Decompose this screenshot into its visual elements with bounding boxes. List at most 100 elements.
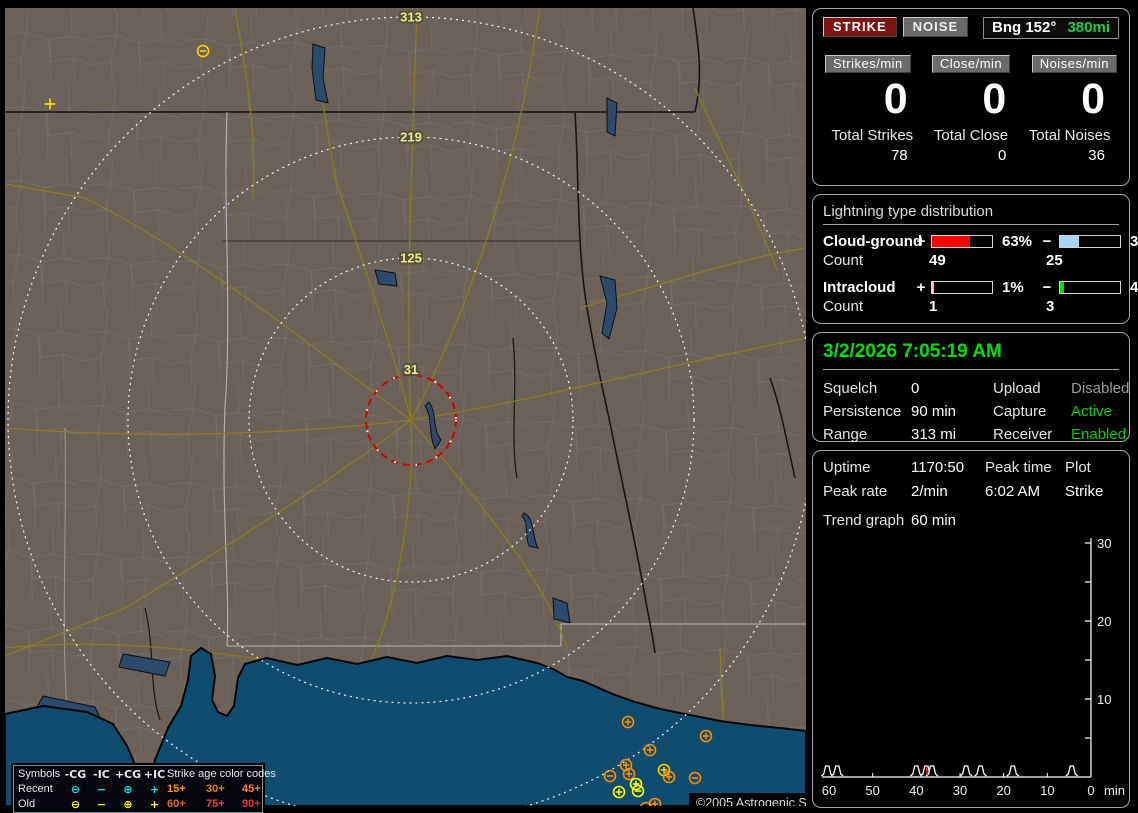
legend-row: Recent ⊖ − ⊕ +15+ 30+ 45+ [18, 782, 262, 797]
peak-time-value: 6:02 AM [985, 483, 1041, 500]
svg-text:30: 30 [1097, 536, 1111, 551]
total-strikes-value: 78 [890, 147, 908, 164]
legend-symbols-header: Symbols [18, 768, 61, 780]
bearing-range-display: Bng 152° 380mi [983, 17, 1119, 39]
legend-symbol-pos-ic: + [149, 783, 160, 796]
plot-value: Strike [1065, 483, 1104, 500]
intracloud-label: Intracloud [823, 279, 896, 296]
plus-sign: + [916, 233, 926, 250]
minus-sign: − [1042, 233, 1052, 250]
total-noises-label: Total Noises [1028, 127, 1111, 144]
strike-button[interactable]: STRIKE [823, 17, 897, 37]
minus-sign: − [1042, 279, 1052, 296]
datetime-display: 3/2/2026 7:05:19 AM [823, 341, 1119, 370]
svg-text:0: 0 [1087, 783, 1094, 798]
legend-row: Old ⊖ − ⊕ +60+ 75+ 90+ [18, 797, 262, 812]
svg-text:20: 20 [1097, 614, 1111, 629]
copyright-bar: ©2005 Astrogenic Systems [689, 793, 846, 813]
total-strikes-label: Total Strikes [831, 127, 914, 144]
peak-rate-value: 2/min [911, 483, 948, 500]
legend-symbol-neg-cg: ⊖ [70, 798, 81, 811]
plot-label: Plot [1065, 459, 1091, 476]
legend-rows: Recent ⊖ − ⊕ +15+ 30+ 45+ Old ⊖ − ⊕ +60+ 75+ 90+ [18, 782, 262, 812]
svg-text:10: 10 [1097, 692, 1111, 707]
legend-col-pos-ic: +IC [143, 768, 166, 781]
distribution-panel: Lightning type distribution Cloud-ground… [812, 194, 1138, 324]
plus-sign: + [916, 279, 926, 296]
legend-col-pos-cg: +CG [114, 768, 142, 781]
svg-text:31: 31 [404, 362, 418, 377]
range-value: 313 mi [911, 426, 957, 443]
total-noises-value: 36 [1088, 147, 1105, 164]
total-close-value: 0 [997, 147, 1007, 164]
receiver-label: Receiver [993, 426, 1053, 443]
range-label: Range [823, 426, 868, 443]
legend-col-neg-ic: -IC [93, 768, 110, 781]
legend-age-code: 15+ [167, 783, 186, 795]
legend-age-code: 30+ [206, 783, 225, 795]
distribution-title: Lightning type distribution [823, 203, 1119, 225]
symbols-legend: Symbols -CG -IC +CG +IC Strike age color… [13, 765, 276, 813]
svg-text:219: 219 [400, 130, 422, 145]
copyright-text: ©2005 Astrogenic Systems [696, 796, 806, 806]
cg-minus-bar [1059, 235, 1121, 248]
strikes-per-min-label: Strikes/min [825, 55, 911, 73]
legend-col-neg-cg: -CG [64, 768, 87, 781]
persistence-value: 90 min [911, 403, 957, 420]
legend-age-code: 60+ [167, 798, 186, 810]
cloud-ground-label: Cloud-ground [823, 233, 923, 250]
legend-age-code: 90+ [242, 798, 261, 810]
cg-minus-count: 25 [1046, 252, 1063, 269]
uptime-label: Uptime [823, 459, 871, 476]
trend-graph: 10 20 30 60 50 40 30 20 10 0 min [813, 535, 1131, 807]
trend-graph-label: Trend graph [823, 512, 905, 529]
lightning-map[interactable]: 313 219 125 31 ©2005 Astrogenic Systems Sym… [4, 8, 846, 813]
noises-per-min-value: 0 [1081, 75, 1105, 123]
status-panel: 3/2/2026 7:05:19 AM Squelch 0 Upload Dis… [812, 332, 1130, 443]
svg-text:313: 313 [400, 10, 422, 25]
ic-plus-count: 1 [929, 298, 938, 315]
close-per-min-label: Close/min [931, 55, 1011, 73]
legend-row-name: Recent [18, 783, 53, 795]
legend-row-name: Old [18, 798, 36, 810]
uptime-value: 1170:50 [911, 459, 965, 476]
stats-trend-panel: Uptime 1170:50 Peak time Plot Peak rate … [812, 450, 1130, 808]
legend-age-code: 45+ [242, 783, 261, 795]
capture-status: Active [1071, 403, 1112, 420]
bearing-distance: 380mi [1067, 19, 1110, 36]
ic-minus-count: 3 [1046, 298, 1055, 315]
legend-symbol-pos-cg: ⊕ [123, 798, 133, 811]
squelch-value: 0 [911, 380, 920, 397]
cg-minus-pct: 32% [1130, 233, 1138, 250]
svg-text:min: min [1104, 783, 1125, 798]
legend-header-row: Symbols -CG -IC +CG +IC Strike age color… [18, 767, 276, 782]
svg-text:50: 50 [865, 783, 879, 798]
noise-button[interactable]: NOISE [902, 17, 969, 37]
svg-text:40: 40 [909, 783, 923, 798]
count-label: Count [823, 252, 864, 269]
upload-status: Disabled [1071, 380, 1130, 397]
peak-rate-label: Peak rate [823, 483, 888, 500]
legend-age-code: 75+ [206, 798, 225, 810]
ic-minus-pct: 4% [1130, 279, 1138, 296]
total-close-label: Total Close [933, 127, 1009, 144]
trend-graph-value: 60 min [911, 512, 957, 529]
map-canvas: 313 219 125 31 ©2005 Astrogenic Systems [4, 8, 846, 813]
noises-per-min-label: Noises/min [1031, 55, 1117, 73]
cg-plus-pct: 63% [1002, 233, 1033, 250]
close-per-min-value: 0 [982, 75, 1007, 123]
bearing-label: Bng 152° [992, 19, 1057, 36]
svg-text:10: 10 [1040, 783, 1054, 798]
count-label: Count [823, 298, 864, 315]
ic-plus-bar [931, 281, 993, 294]
svg-text:125: 125 [400, 251, 422, 266]
legend-symbol-pos-cg: ⊕ [123, 783, 133, 796]
legend-symbol-neg-ic: − [96, 783, 107, 796]
persistence-label: Persistence [823, 403, 902, 420]
legend-symbol-neg-ic: − [96, 798, 107, 811]
svg-text:60: 60 [822, 783, 836, 798]
legend-age-header: Strike age color codes [167, 768, 276, 780]
receiver-status: Enabled [1071, 426, 1127, 443]
svg-text:30: 30 [953, 783, 967, 798]
ic-plus-pct: 1% [1002, 279, 1024, 296]
